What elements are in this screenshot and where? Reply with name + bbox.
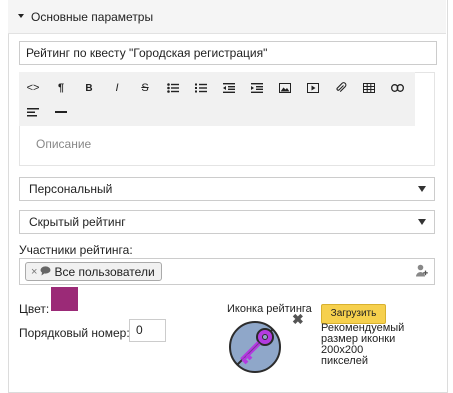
strikethrough-icon[interactable]: S <box>131 75 159 101</box>
video-icon[interactable] <box>299 75 327 101</box>
align-left-icon[interactable] <box>19 99 47 125</box>
italic-icon[interactable]: I <box>103 75 131 101</box>
description-placeholder: Описание <box>36 137 92 151</box>
bold-icon[interactable]: B <box>75 75 103 101</box>
icon-size-hint: Рекомендуемый размер иконки 200x200 пикс… <box>321 322 405 367</box>
user-select-icon[interactable] <box>416 264 428 281</box>
remove-icon-x[interactable]: ✖ <box>292 311 304 328</box>
image-icon[interactable] <box>271 75 299 101</box>
horizontal-rule-icon[interactable] <box>47 99 75 125</box>
upload-button[interactable]: Загрузить <box>321 304 386 324</box>
ordered-list-icon[interactable] <box>187 75 215 101</box>
participant-tag: × Все пользователи <box>25 262 162 281</box>
participants-input[interactable]: × Все пользователи <box>19 258 435 285</box>
editor-toolbar: <> ¶ B I S <box>19 72 415 126</box>
rating-visibility-select[interactable]: Скрытый рейтинг <box>19 210 435 234</box>
tag-remove-icon[interactable]: × <box>31 266 37 278</box>
outdent-icon[interactable] <box>215 75 243 101</box>
table-icon[interactable] <box>355 75 383 101</box>
code-view-icon[interactable]: <> <box>19 75 47 101</box>
order-label: Порядковый номер: <box>19 326 130 340</box>
caret-down-icon <box>18 14 24 18</box>
key-icon <box>228 320 282 374</box>
color-swatch[interactable] <box>51 287 78 311</box>
rating-type-value: Персональный <box>29 182 113 196</box>
indent-icon[interactable] <box>243 75 271 101</box>
rating-type-select[interactable]: Персональный <box>19 177 435 201</box>
section-title: Основные параметры <box>31 10 154 24</box>
attachment-icon[interactable] <box>327 75 355 101</box>
comment-icon <box>40 265 51 279</box>
unordered-list-icon[interactable] <box>159 75 187 101</box>
rating-title-input[interactable]: Рейтинг по квесту "Городская регистрация… <box>19 41 437 65</box>
dropdown-arrow-icon <box>418 219 426 225</box>
paragraph-icon[interactable]: ¶ <box>47 75 75 101</box>
rating-visibility-value: Скрытый рейтинг <box>29 215 126 229</box>
section-header[interactable]: Основные параметры <box>8 0 446 34</box>
link-icon[interactable] <box>383 75 411 101</box>
color-label: Цвет: <box>19 302 50 316</box>
order-number-input[interactable]: 0 <box>129 319 166 342</box>
participants-label: Участники рейтинга: <box>19 243 133 257</box>
dropdown-arrow-icon <box>418 186 426 192</box>
participant-tag-label: Все пользователи <box>54 264 155 279</box>
